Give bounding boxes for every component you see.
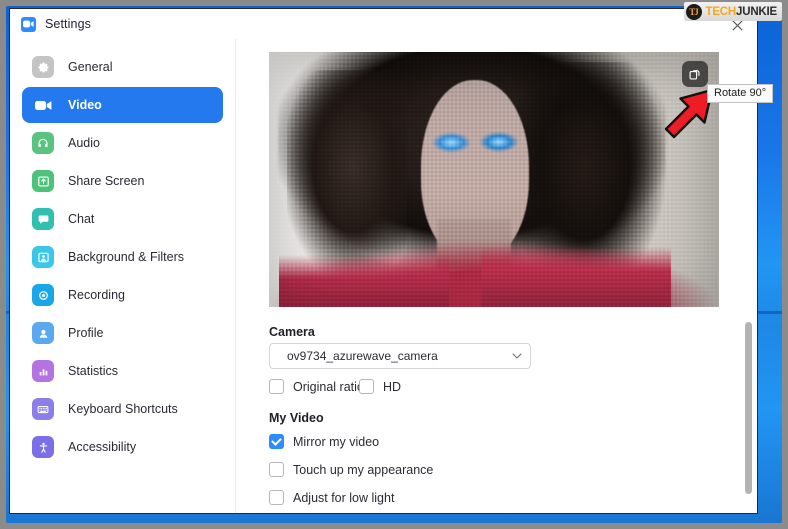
chevron-down-icon xyxy=(512,350,522,362)
watermark-tech: TECH xyxy=(705,5,737,18)
techjunkie-badge-icon: TJ xyxy=(685,3,702,20)
checkbox-box xyxy=(359,379,374,394)
sidebar-item-video[interactable]: Video xyxy=(22,87,223,123)
watermark-junkie: JUNKIE xyxy=(736,5,777,18)
window-body: General Video Audio Share Screen Chat Ba… xyxy=(10,39,757,513)
gear-icon xyxy=(32,56,54,78)
checkbox-box xyxy=(269,462,284,477)
sidebar-item-share-screen[interactable]: Share Screen xyxy=(22,163,223,199)
headphones-icon xyxy=(32,132,54,154)
checkbox-hd[interactable]: HD xyxy=(359,379,401,394)
sidebar-item-label: Recording xyxy=(68,288,125,302)
rotate-90-button[interactable] xyxy=(682,61,708,87)
person-icon xyxy=(32,322,54,344)
checkbox-adjust-for-low-light[interactable]: Adjust for low light xyxy=(269,490,394,505)
share-screen-icon xyxy=(32,170,54,192)
sidebar-item-audio[interactable]: Audio xyxy=(22,125,223,161)
checkbox-box xyxy=(269,379,284,394)
checkbox-label: HD xyxy=(383,379,402,394)
sidebar-item-label: Statistics xyxy=(68,364,119,378)
sidebar-item-chat[interactable]: Chat xyxy=(22,201,223,237)
sidebar-item-label: Background & Filters xyxy=(68,250,185,264)
video-preview xyxy=(269,52,719,307)
checkbox-mirror-my-video[interactable]: Mirror my video xyxy=(269,434,379,449)
checkbox-original-ratio[interactable]: Original ratio xyxy=(269,379,364,394)
window-titlebar: Settings xyxy=(10,9,757,39)
checkbox-box xyxy=(269,434,284,449)
sidebar-item-general[interactable]: General xyxy=(22,49,223,85)
zoom-camera-icon xyxy=(21,16,36,32)
rotate-tooltip: Rotate 90° xyxy=(707,84,774,103)
sidebar-item-recording[interactable]: Recording xyxy=(22,277,223,313)
chat-bubble-icon xyxy=(32,208,54,230)
checkbox-box xyxy=(269,490,284,505)
video-camera-icon xyxy=(32,94,54,116)
checkbox-label: Mirror my video xyxy=(293,434,380,449)
sidebar-item-profile[interactable]: Profile xyxy=(22,315,223,351)
sidebar-item-label: Accessibility xyxy=(68,440,137,454)
sidebar-item-label: Chat xyxy=(68,212,95,226)
sidebar-item-statistics[interactable]: Statistics xyxy=(22,353,223,389)
record-circle-icon xyxy=(32,284,54,306)
page-title: Settings xyxy=(45,17,91,31)
sidebar-item-label: Video xyxy=(68,98,102,112)
bar-chart-icon xyxy=(32,360,54,382)
sidebar-item-label: Share Screen xyxy=(68,174,145,188)
person-frame-icon xyxy=(32,246,54,268)
sidebar-item-label: Profile xyxy=(68,326,104,340)
sidebar-item-background-filters[interactable]: Background & Filters xyxy=(22,239,223,275)
settings-sidebar: General Video Audio Share Screen Chat Ba… xyxy=(10,39,236,513)
sidebar-item-label: Keyboard Shortcuts xyxy=(68,402,178,416)
sidebar-item-accessibility[interactable]: Accessibility xyxy=(22,429,223,465)
sidebar-item-keyboard-shortcuts[interactable]: Keyboard Shortcuts xyxy=(22,391,223,427)
accessibility-icon xyxy=(32,436,54,458)
checkbox-label: Adjust for low light xyxy=(293,490,395,505)
sidebar-item-label: General xyxy=(68,60,113,74)
techjunkie-watermark: TJ TECH JUNKIE xyxy=(683,2,782,21)
checkbox-label: Touch up my appearance xyxy=(293,462,434,477)
sidebar-item-label: Audio xyxy=(68,136,100,150)
zoom-settings-window: Settings General Video Audio Share Scree… xyxy=(9,8,758,514)
checkbox-touch-up-my-appearance[interactable]: Touch up my appearance xyxy=(269,462,433,477)
my-video-label: My Video xyxy=(269,411,324,425)
camera-select-value: ov9734_azurewave_camera xyxy=(287,349,438,363)
keyboard-icon xyxy=(32,398,54,420)
checkbox-label: Original ratio xyxy=(293,379,364,394)
content-scrollbar-thumb[interactable] xyxy=(745,322,752,494)
camera-label: Camera xyxy=(269,325,315,339)
camera-select[interactable]: ov9734_azurewave_camera xyxy=(269,343,531,369)
rotate-90-icon xyxy=(688,67,702,81)
